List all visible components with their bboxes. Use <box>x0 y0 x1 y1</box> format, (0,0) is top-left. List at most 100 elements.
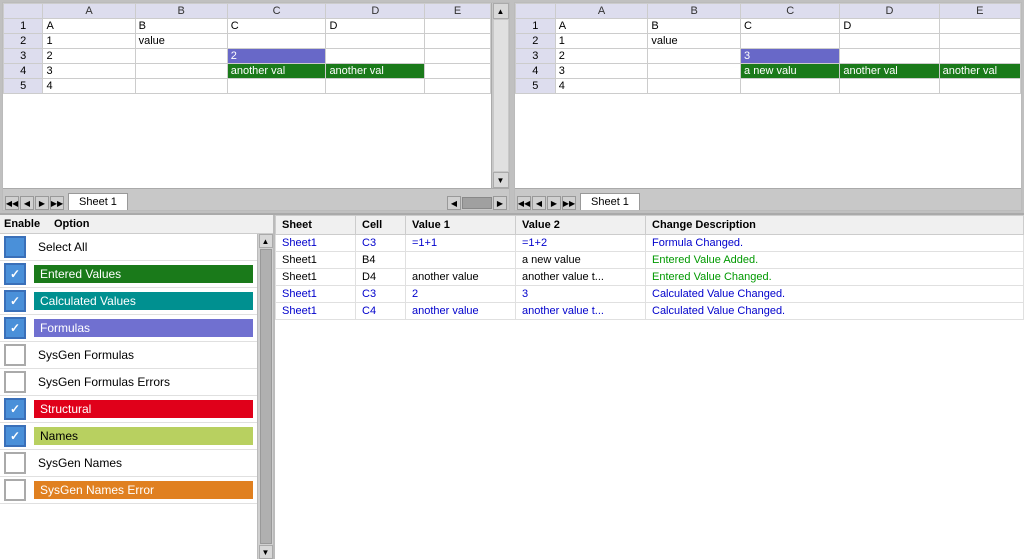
sysgen-formulas-errors-checkbox[interactable] <box>4 371 26 393</box>
options-scroll-down[interactable]: ▼ <box>259 545 273 559</box>
option-row-calculated-values: ✓ Calculated Values <box>0 288 257 315</box>
desc-cell: Formula Changed. <box>646 235 1024 252</box>
options-header: Enable Option <box>0 215 273 234</box>
desc-cell: Calculated Value Changed. <box>646 286 1024 303</box>
val1-cell: another value <box>406 303 516 320</box>
left-spreadsheet-grid: A B C D E 1 A B <box>3 3 491 94</box>
spreadsheets-row: A B C D E 1 A B <box>0 0 1024 215</box>
cell-cell: C3 <box>356 235 406 252</box>
option-row-sysgen-formulas: SysGen Formulas <box>0 342 257 369</box>
val2-cell: =1+2 <box>516 235 646 252</box>
desc-cell: Calculated Value Changed. <box>646 303 1024 320</box>
option-row-formulas: ✓ Formulas <box>0 315 257 342</box>
val2-cell: a new value <box>516 252 646 269</box>
options-scroll-thumb <box>260 249 272 544</box>
calculated-values-checkbox[interactable]: ✓ <box>4 290 26 312</box>
entered-values-label: Entered Values <box>34 265 253 283</box>
table-row: 5 4 <box>516 79 1021 94</box>
names-checkbox[interactable]: ✓ <box>4 425 26 447</box>
hscroll-left-btn[interactable]: ◀ <box>447 196 461 210</box>
val2-cell: 3 <box>516 286 646 303</box>
sheet-cell: Sheet1 <box>276 286 356 303</box>
sheet-tab-left[interactable]: Sheet 1 <box>68 193 128 210</box>
table-row: Sheet1 C4 another value another value t.… <box>276 303 1024 320</box>
val1-cell: 2 <box>406 286 516 303</box>
sheet-cell: Sheet1 <box>276 235 356 252</box>
tab-last-btn-right[interactable]: ▶▶ <box>562 196 576 210</box>
table-row: 2 1 value <box>4 34 491 49</box>
changes-table: Sheet Cell Value 1 Value 2 Change Descri… <box>275 215 1024 320</box>
formulas-checkbox[interactable]: ✓ <box>4 317 26 339</box>
table-row: 4 3 another val another val <box>4 64 491 79</box>
table-row: 2 1 value <box>516 34 1021 49</box>
table-row: Sheet1 B4 a new value Entered Value Adde… <box>276 252 1024 269</box>
scroll-up-btn[interactable]: ▲ <box>493 3 509 19</box>
sheet-col-header: Sheet <box>276 216 356 235</box>
sysgen-formulas-label: SysGen Formulas <box>34 347 253 363</box>
sysgen-formulas-errors-label: SysGen Formulas Errors <box>34 374 253 390</box>
bottom-panel: Enable Option Select All ✓ <box>0 215 1024 559</box>
option-row-sysgen-names: SysGen Names <box>0 450 257 477</box>
table-row: 1 A B C D <box>4 19 491 34</box>
sysgen-formulas-checkbox[interactable] <box>4 344 26 366</box>
data-panel: Sheet Cell Value 1 Value 2 Change Descri… <box>275 215 1024 559</box>
option-row-entered-values: ✓ Entered Values <box>0 261 257 288</box>
val1-col-header: Value 1 <box>406 216 516 235</box>
scroll-down-btn[interactable]: ▼ <box>493 172 509 188</box>
right-spreadsheet-grid: A B C D E 1 A B <box>515 3 1021 94</box>
sysgen-names-checkbox[interactable] <box>4 452 26 474</box>
cell-col-header: Cell <box>356 216 406 235</box>
checkmark: ✓ <box>10 294 20 308</box>
desc-cell: Entered Value Changed. <box>646 269 1024 286</box>
option-header: Option <box>54 218 269 230</box>
cell-cell: C4 <box>356 303 406 320</box>
cell-cell: B4 <box>356 252 406 269</box>
sheet-cell: Sheet1 <box>276 252 356 269</box>
desc-cell: Entered Value Added. <box>646 252 1024 269</box>
table-row: 4 3 a new valu another val another val <box>516 64 1021 79</box>
val1-cell: =1+1 <box>406 235 516 252</box>
tab-prev-btn-right[interactable]: ◀ <box>532 196 546 210</box>
desc-col-header: Change Description <box>646 216 1024 235</box>
table-row: 5 4 <box>4 79 491 94</box>
sysgen-names-error-checkbox[interactable] <box>4 479 26 501</box>
tab-next-btn-right[interactable]: ▶ <box>547 196 561 210</box>
checkmark: ✓ <box>10 267 20 281</box>
calculated-values-label: Calculated Values <box>34 292 253 310</box>
tab-next-btn[interactable]: ▶ <box>35 196 49 210</box>
options-list: Select All ✓ Entered Values ✓ <box>0 234 257 559</box>
formulas-label: Formulas <box>34 319 253 337</box>
tab-prev-btn[interactable]: ◀ <box>20 196 34 210</box>
table-row: 3 2 2 <box>4 49 491 64</box>
sysgen-names-error-label: SysGen Names Error <box>34 481 253 499</box>
select-all-checkbox[interactable] <box>4 236 26 258</box>
val1-cell: another value <box>406 269 516 286</box>
tab-first-btn-right[interactable]: ◀◀ <box>517 196 531 210</box>
val2-col-header: Value 2 <box>516 216 646 235</box>
select-all-label: Select All <box>34 239 253 255</box>
cell-cell: D4 <box>356 269 406 286</box>
structural-label: Structural <box>34 400 253 418</box>
option-row-sysgen-formulas-errors: SysGen Formulas Errors <box>0 369 257 396</box>
sheet-tab-right[interactable]: Sheet 1 <box>580 193 640 210</box>
hscroll-right-btn[interactable]: ▶ <box>493 196 507 210</box>
option-row-select-all: Select All <box>0 234 257 261</box>
table-row: Sheet1 D4 another value another value t.… <box>276 269 1024 286</box>
options-panel: Enable Option Select All ✓ <box>0 215 275 559</box>
checkmark: ✓ <box>10 321 20 335</box>
options-scroll-up[interactable]: ▲ <box>259 234 273 248</box>
tab-first-btn[interactable]: ◀◀ <box>5 196 19 210</box>
tab-last-btn[interactable]: ▶▶ <box>50 196 64 210</box>
table-row: Sheet1 C3 2 3 Calculated Value Changed. <box>276 286 1024 303</box>
table-row: 1 A B C D <box>516 19 1021 34</box>
structural-checkbox[interactable]: ✓ <box>4 398 26 420</box>
val1-cell <box>406 252 516 269</box>
names-label: Names <box>34 427 253 445</box>
sheet-cell: Sheet1 <box>276 269 356 286</box>
option-row-names: ✓ Names <box>0 423 257 450</box>
hscroll-thumb <box>462 197 492 209</box>
entered-values-checkbox[interactable]: ✓ <box>4 263 26 285</box>
sysgen-names-label: SysGen Names <box>34 455 253 471</box>
main-container: A B C D E 1 A B <box>0 0 1024 559</box>
enable-header: Enable <box>4 218 54 230</box>
